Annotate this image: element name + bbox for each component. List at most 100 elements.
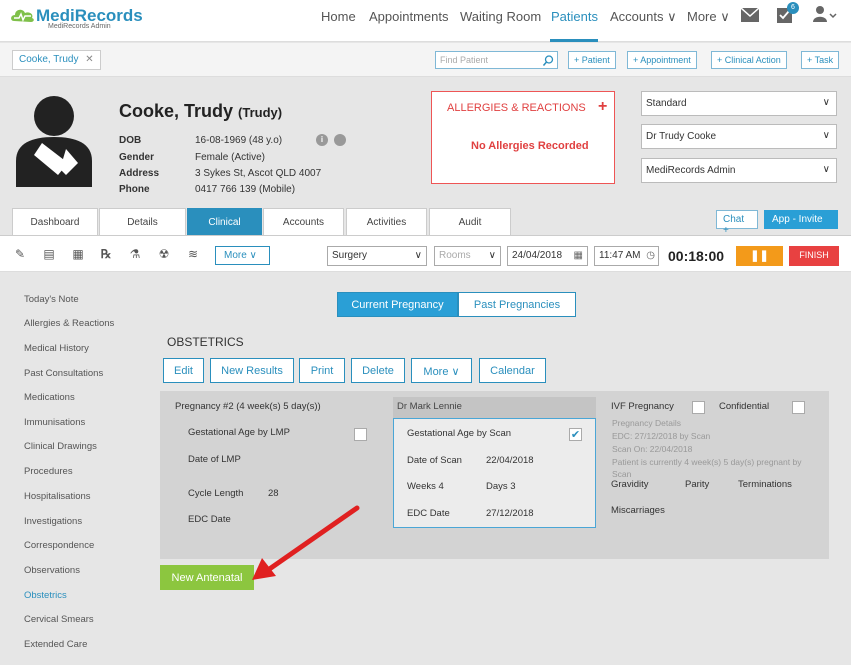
clock-icon[interactable]: ◷ xyxy=(646,250,655,261)
nav-accounts[interactable]: Accounts ∨ xyxy=(610,9,677,25)
app-logo-subtitle: MediRecords Admin xyxy=(48,23,111,30)
lab-icon[interactable]: ⚗ xyxy=(128,247,142,261)
sidebar-item-hospitalisations[interactable]: Hospitalisations xyxy=(24,491,91,502)
current-pregnancy-tab[interactable]: Current Pregnancy xyxy=(337,292,458,317)
gender-value: Female (Active) xyxy=(195,152,266,163)
sidebar-item-investigations[interactable]: Investigations xyxy=(24,516,82,527)
rooms-select[interactable]: Rooms ∨ xyxy=(434,246,501,266)
tab-audit[interactable]: Audit xyxy=(429,208,511,235)
add-task-button[interactable]: + Task xyxy=(801,51,840,69)
date-input[interactable]: 24/04/2018 ▦ xyxy=(507,246,588,266)
sidebar-item-procedures[interactable]: Procedures xyxy=(24,466,73,477)
toolbar-more-button[interactable]: More ∨ xyxy=(215,246,270,265)
nav-home[interactable]: Home xyxy=(321,9,356,24)
sidebar-item-cervical-smears[interactable]: Cervical Smears xyxy=(24,614,94,625)
sidebar-item-clinical-drawings[interactable]: Clinical Drawings xyxy=(24,441,97,452)
delete-button[interactable]: Delete xyxy=(351,358,405,383)
add-appointment-button[interactable]: + Appointment xyxy=(627,51,697,69)
notes-icon[interactable]: ✎ xyxy=(13,247,27,261)
add-allergy-icon[interactable]: + xyxy=(598,98,607,116)
sidebar-item-past-consultations[interactable]: Past Consultations xyxy=(24,368,103,379)
calendar-button[interactable]: Calendar xyxy=(479,358,546,383)
time-value: 11:47 AM xyxy=(599,250,641,261)
location-select[interactable]: Surgery ∨ xyxy=(327,246,427,266)
tab-clinical[interactable]: Clinical xyxy=(187,208,262,235)
edc-date-label: EDC Date xyxy=(188,514,231,525)
practitioner-select-value: Dr Trudy Cooke xyxy=(646,131,717,142)
allergies-panel: ALLERGIES & REACTIONS + No Allergies Rec… xyxy=(431,91,615,184)
sidebar-item-immunisations[interactable]: Immunisations xyxy=(24,417,85,428)
template-select-value: Standard xyxy=(646,98,687,109)
chevron-down-icon: ∨ xyxy=(822,97,830,108)
scan-edc-label: EDC Date xyxy=(407,508,450,519)
calendar-icon[interactable]: ▦ xyxy=(574,250,583,261)
nav-patients[interactable]: Patients xyxy=(551,9,598,24)
radiology-icon[interactable]: ☢ xyxy=(157,247,171,261)
info-icon[interactable]: i xyxy=(316,134,328,146)
new-results-button[interactable]: New Results xyxy=(210,358,294,383)
template-select[interactable]: Standard ∨ xyxy=(641,91,837,116)
obstetrics-title: OBSTETRICS xyxy=(167,335,244,349)
doctor-header: Dr Mark Lennie xyxy=(393,397,596,418)
mail-icon[interactable] xyxy=(741,8,759,22)
address-label: Address xyxy=(119,168,160,179)
location-select-value: Surgery xyxy=(332,250,368,261)
document-icon[interactable]: ▤ xyxy=(42,247,56,261)
chevron-down-icon: ∨ xyxy=(414,250,422,261)
date-lmp-label: Date of LMP xyxy=(188,454,241,465)
logo-cloud-icon xyxy=(11,9,34,22)
sidebar-item-todays-note[interactable]: Today's Note xyxy=(24,294,79,305)
pause-button[interactable]: ❚❚ xyxy=(736,246,783,266)
tasks-count-badge: 6 xyxy=(787,2,799,14)
chat-button[interactable]: Chat + xyxy=(716,210,758,236)
prescription-icon[interactable]: ℞ xyxy=(99,247,113,261)
find-patient-input[interactable]: Find Patient xyxy=(435,51,558,69)
tab-activities[interactable]: Activities xyxy=(346,208,427,235)
ga-scan-label: Gestational Age by Scan xyxy=(407,428,512,439)
tab-accounts[interactable]: Accounts xyxy=(263,208,344,235)
calculator-icon[interactable]: ▦ xyxy=(71,247,85,261)
date-value: 24/04/2018 xyxy=(512,250,563,261)
terminations-label: Terminations xyxy=(738,479,792,490)
nav-waiting-room[interactable]: Waiting Room xyxy=(460,9,541,24)
confidential-label: Confidential xyxy=(719,401,770,412)
user-select[interactable]: MediRecords Admin ∨ xyxy=(641,158,837,183)
tab-dashboard[interactable]: Dashboard xyxy=(12,208,98,235)
sidebar-item-observations[interactable]: Observations xyxy=(24,565,80,576)
pregnancy-details-line: Scan xyxy=(612,469,632,479)
open-patient-tab[interactable]: Cooke, Trudy ✕ xyxy=(12,50,101,70)
finish-button[interactable]: FINISH xyxy=(789,246,839,266)
days-value: Days 3 xyxy=(486,481,516,492)
stack-icon[interactable]: ≋ xyxy=(186,247,200,261)
nav-appointments[interactable]: Appointments xyxy=(369,9,449,24)
print-button[interactable]: Print xyxy=(299,358,345,383)
time-input[interactable]: 11:47 AM ◷ xyxy=(594,246,659,266)
pregnancy-details-line: Patient is currently 4 week(s) 5 day(s) … xyxy=(612,457,802,467)
add-patient-button[interactable]: + Patient xyxy=(568,51,616,69)
ivf-checkbox[interactable] xyxy=(692,401,705,414)
ga-lmp-checkbox[interactable] xyxy=(354,428,367,441)
ga-scan-checkbox[interactable]: ✔ xyxy=(569,428,582,441)
nav-more[interactable]: More ∨ xyxy=(687,9,730,25)
close-icon[interactable]: ✕ xyxy=(85,54,93,65)
contact-icon[interactable] xyxy=(334,134,346,146)
pregnancy-details-line: Pregnancy Details xyxy=(612,418,681,428)
app-invite-button[interactable]: App - Invite xyxy=(764,210,838,229)
add-clinical-action-button[interactable]: + Clinical Action xyxy=(711,51,787,69)
past-pregnancies-tab[interactable]: Past Pregnancies xyxy=(458,292,576,317)
sidebar-item-obstetrics[interactable]: Obstetrics xyxy=(24,590,67,601)
user-menu-icon[interactable] xyxy=(813,5,837,23)
sidebar-item-medications[interactable]: Medications xyxy=(24,392,75,403)
scan-edc-value: 27/12/2018 xyxy=(486,508,534,519)
sidebar-item-correspondence[interactable]: Correspondence xyxy=(24,540,94,551)
search-icon[interactable] xyxy=(543,55,554,66)
sidebar-item-allergies[interactable]: Allergies & Reactions xyxy=(24,318,114,329)
sidebar-item-extended-care[interactable]: Extended Care xyxy=(24,639,87,650)
tab-details[interactable]: Details xyxy=(99,208,186,235)
edit-button[interactable]: Edit xyxy=(163,358,204,383)
practitioner-select[interactable]: Dr Trudy Cooke ∨ xyxy=(641,124,837,149)
rooms-select-value: Rooms xyxy=(439,250,471,261)
confidential-checkbox[interactable] xyxy=(792,401,805,414)
more-actions-button[interactable]: More ∨ xyxy=(411,358,472,383)
sidebar-item-medical-history[interactable]: Medical History xyxy=(24,343,89,354)
